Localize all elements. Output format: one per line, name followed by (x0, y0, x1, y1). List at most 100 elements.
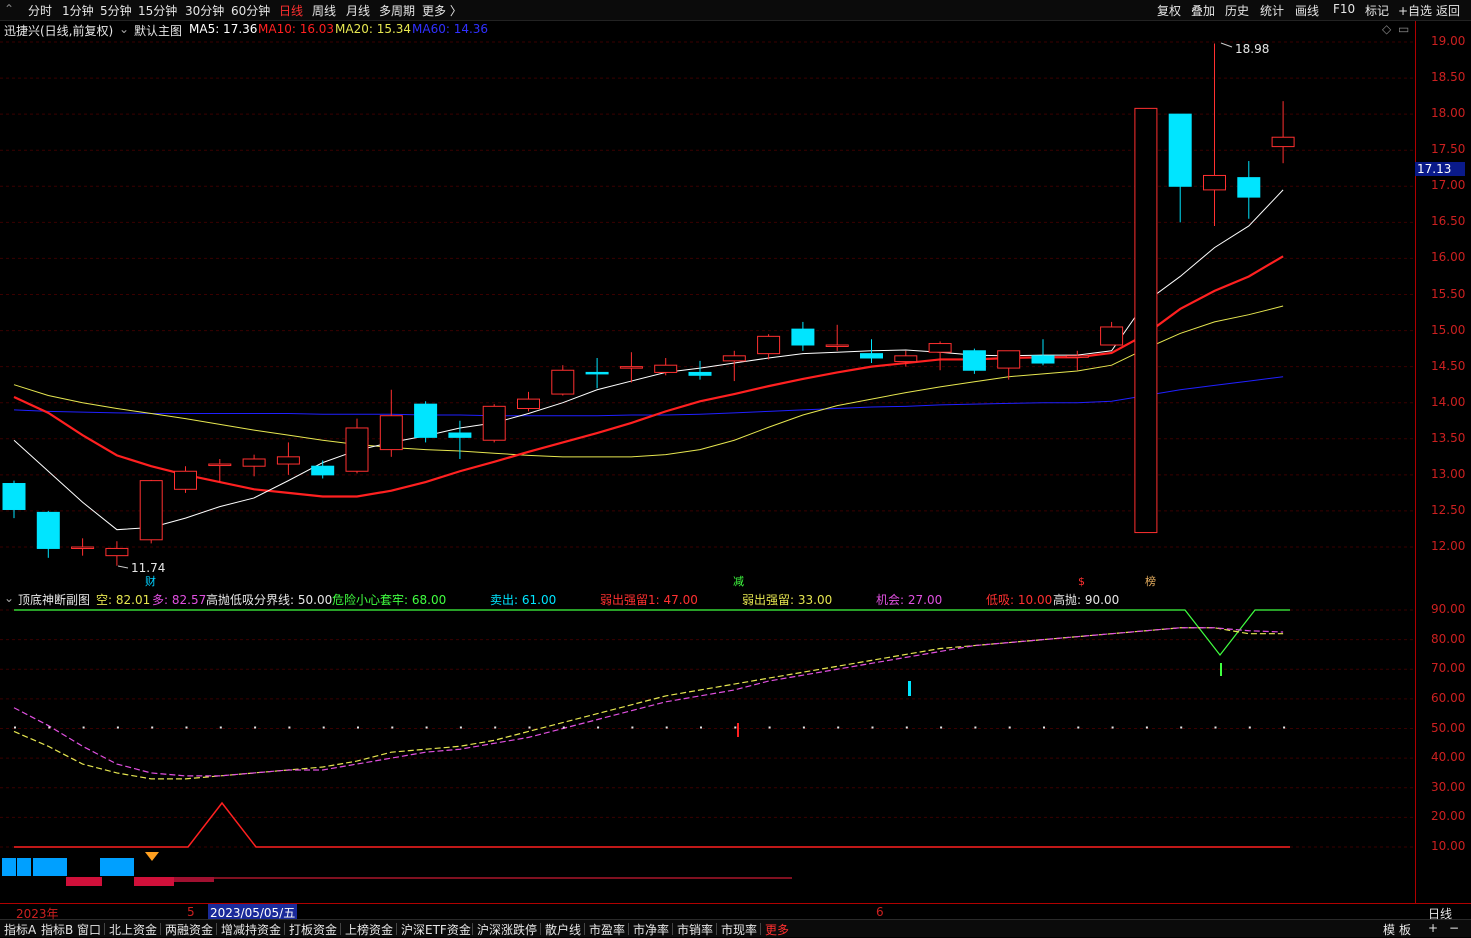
event-marker-billboard[interactable]: 榜 (1145, 574, 1156, 588)
tab-pcf[interactable]: 市现率 (721, 921, 757, 938)
tab-pe[interactable]: 市盈率 (589, 921, 625, 938)
event-marker-dollar[interactable]: $ (1078, 575, 1085, 588)
candle (997, 350, 1021, 380)
f10-button[interactable]: F10 (1333, 2, 1355, 16)
sub-tick: 40.00 (1431, 750, 1466, 765)
candle-body (928, 343, 952, 353)
window-icon[interactable]: ▭ (1398, 22, 1409, 36)
candle-body (1203, 174, 1226, 191)
candle-body (1065, 355, 1089, 358)
history-button[interactable]: 历史 (1225, 2, 1249, 19)
candle-body (825, 344, 849, 347)
divider-dot (1248, 726, 1251, 729)
candle-body (414, 403, 438, 438)
low-marker: 11.74 (117, 561, 165, 575)
candle-body (448, 432, 472, 438)
candle-body (1031, 355, 1055, 364)
candle (962, 348, 986, 374)
fuquan-button[interactable]: 复权 (1157, 2, 1181, 19)
tab-weekly[interactable]: 周线 (312, 2, 336, 19)
tab-margin[interactable]: 两融资金 (165, 921, 213, 938)
cyan-energy-bar (2, 858, 16, 876)
tab-fenshi[interactable]: 分时 (28, 2, 52, 19)
tab-holdings-change[interactable]: 增减持资金 (221, 921, 281, 938)
tab-limit-up-funds[interactable]: 打板资金 (289, 921, 337, 938)
diamond-icon[interactable]: ◇ (1382, 22, 1391, 36)
tab-30min[interactable]: 30分钟 (185, 2, 224, 19)
mark-button[interactable]: 标记 (1365, 2, 1389, 19)
tab-more-indicators[interactable]: 更多 (765, 921, 789, 938)
candlestick-chart[interactable]: 18.98 11.74 财 减 $ 榜 (0, 37, 1415, 590)
zoom-in-button[interactable]: + (1428, 921, 1438, 935)
candle (36, 510, 60, 558)
candle-body (242, 458, 266, 467)
indicator-dropdown-icon[interactable]: ⌄ (119, 22, 129, 36)
divider-dot (1283, 726, 1286, 729)
divider-dot (288, 726, 291, 729)
tab-more[interactable]: 更多 〉 (422, 2, 462, 19)
candle-body (345, 427, 369, 472)
tab-5min[interactable]: 5分钟 (100, 2, 132, 19)
divider-dot (1180, 726, 1183, 729)
tab-daily[interactable]: 日线 (279, 2, 303, 19)
candle (276, 442, 300, 475)
sub-tick: 30.00 (1431, 779, 1466, 794)
divider-dot (1111, 726, 1114, 729)
add-watchlist-button[interactable]: +自选 (1398, 2, 1432, 19)
divider-dot (357, 726, 359, 729)
sub-gridlines (0, 609, 1415, 848)
divider-dot (14, 726, 16, 729)
collapse-icon[interactable]: ⌃ (4, 2, 14, 16)
tab-billboard-funds[interactable]: 上榜资金 (345, 921, 393, 938)
zoom-out-button[interactable]: − (1449, 921, 1459, 935)
duo-line (13, 627, 1284, 777)
tab-retail-line[interactable]: 散户线 (545, 921, 581, 938)
tab-etf-funds[interactable]: 沪深ETF资金 (401, 921, 471, 938)
candle (1203, 43, 1226, 226)
board-button[interactable]: 板 (1399, 921, 1411, 938)
ma60-line (13, 376, 1284, 417)
candle-body (962, 350, 986, 371)
sub-tick: 10.00 (1431, 839, 1466, 853)
price-tick: 15.50 (1431, 286, 1466, 301)
tab-indicator-a[interactable]: 指标A (4, 921, 36, 938)
tab-indicator-b[interactable]: 指标B (41, 921, 73, 938)
tab-monthly[interactable]: 月线 (346, 2, 370, 19)
ma10-label: MA10: 16.03 (258, 22, 335, 36)
sub-tick: 50.00 (1431, 720, 1466, 735)
sub-dropdown-icon[interactable]: ⌄ (4, 591, 14, 605)
tab-1min[interactable]: 1分钟 (62, 2, 94, 19)
tab-window[interactable]: 窗口 (77, 921, 101, 938)
candle (379, 389, 403, 457)
price-tick: 17.50 (1431, 142, 1466, 157)
sub-indicator-chart[interactable] (0, 606, 1415, 903)
ma20-line (13, 305, 1284, 458)
cyan-energy-bar (33, 858, 67, 876)
back-button[interactable]: 返回 (1436, 2, 1460, 19)
overlay-button[interactable]: 叠加 (1191, 2, 1215, 19)
tab-60min[interactable]: 60分钟 (231, 2, 270, 19)
tab-multi-period[interactable]: 多周期 (379, 2, 415, 19)
tab-15min[interactable]: 15分钟 (138, 2, 177, 19)
kong-line (13, 627, 1284, 780)
candle (928, 341, 952, 371)
price-tick: 14.00 (1431, 394, 1466, 409)
divider-dot (116, 726, 119, 729)
tab-pb[interactable]: 市净率 (633, 921, 669, 938)
divider-dot (562, 726, 565, 729)
candle-body (311, 465, 335, 476)
candle-body (757, 335, 781, 355)
divider-dot (459, 726, 462, 729)
draw-button[interactable]: 画线 (1295, 2, 1319, 19)
divider-dot (940, 726, 943, 729)
stats-button[interactable]: 统计 (1260, 2, 1284, 19)
tab-limit-updown[interactable]: 沪深涨跌停 (477, 921, 537, 938)
event-marker-finance[interactable]: 财 (145, 574, 156, 588)
template-button[interactable]: 模 (1383, 921, 1395, 938)
candle (105, 541, 129, 566)
event-marker-reduce[interactable]: 减 (733, 575, 744, 588)
indicator-tab-bar: 指标A 指标B 窗口 北上资金 两融资金 增减持资金 打板资金 上榜资金 沪深E… (0, 919, 1471, 937)
candle (174, 466, 197, 493)
tab-northbound[interactable]: 北上资金 (109, 921, 157, 938)
tab-ps[interactable]: 市销率 (677, 921, 713, 938)
